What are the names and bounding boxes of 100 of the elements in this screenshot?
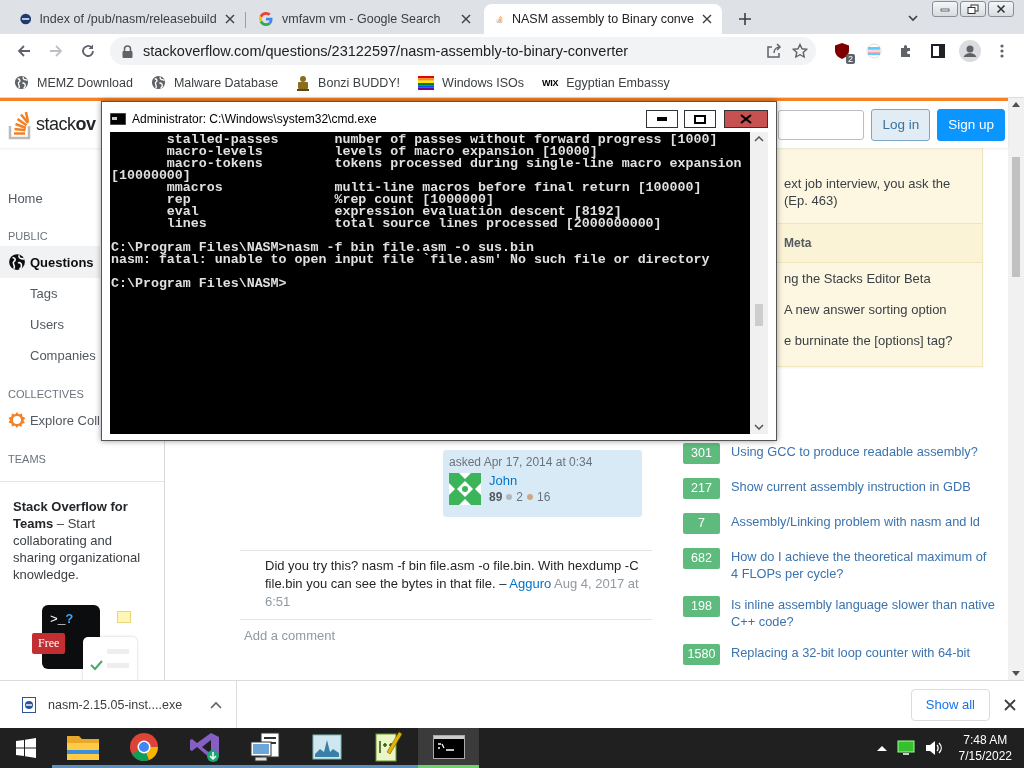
nav-heading: COLLECTIVES bbox=[7, 387, 85, 402]
forward-arrow-icon bbox=[48, 43, 64, 59]
user-link[interactable]: John bbox=[489, 473, 551, 488]
close-icon bbox=[702, 14, 712, 24]
nav-heading: PUBLIC bbox=[7, 229, 49, 244]
nav-link[interactable]: Tags bbox=[0, 278, 100, 309]
side-panel-icon bbox=[930, 43, 946, 59]
scrollbar-thumb[interactable] bbox=[1012, 157, 1020, 277]
back-arrow-icon bbox=[16, 43, 32, 59]
bookmark-star-icon[interactable] bbox=[792, 43, 808, 59]
console-output: stalled-passes number of passes without forward progress [1000] macro-levels levels of macro expansion [10000] macro-tokens tokens processed during single-line macro expansion [10000000] mmacros multi-line macros before final return [100000] rep %rep count [1000000] eval expression evaluation descent [8192] lines total source lines processed [2000000000] C:\Program Files\NASM>nasm -f bin file.asm -o sus.bin nasm: fatal: unable to open input file `file.asm' No such file or directory C:\Program Files\NASM> bbox=[110, 132, 750, 434]
nav-link[interactable]: Questions bbox=[0, 246, 100, 278]
figure-icon bbox=[296, 74, 311, 91]
lock-icon bbox=[122, 44, 133, 58]
scrollbar[interactable] bbox=[750, 132, 768, 434]
related-question-link[interactable]: Is inline assembly language slower than native C++ code? bbox=[731, 596, 995, 630]
teams-promo-text: Stack Overflow for Teams – Start collaborating and sharing organizational knowledge. bbox=[13, 498, 142, 583]
avatar-icon bbox=[959, 40, 981, 62]
related-question-link[interactable]: Using GCC to produce readable assembly? bbox=[731, 443, 995, 464]
related-question-link[interactable]: Show current assembly instruction in GDB bbox=[731, 478, 995, 499]
bookmark-item[interactable]: Malware Database bbox=[150, 75, 279, 90]
related-question-link[interactable]: Replacing a 32-bit loop counter with 64-bit bbox=[731, 644, 995, 665]
site-logo: WIX bbox=[542, 77, 559, 88]
bookmark-item[interactable]: MEMZ Download bbox=[14, 75, 133, 90]
scrollbar[interactable] bbox=[1008, 98, 1024, 680]
badge-count: 16 bbox=[537, 490, 551, 504]
image-viewer-icon bbox=[311, 733, 342, 760]
installer-file-icon bbox=[22, 696, 36, 713]
striped-circle-icon bbox=[866, 43, 882, 59]
log-in-button[interactable]: Log in bbox=[871, 108, 931, 141]
download-options-button[interactable] bbox=[210, 700, 223, 709]
google-favicon-icon bbox=[258, 11, 274, 27]
minimize-button[interactable] bbox=[646, 110, 678, 128]
show-hidden-icons[interactable] bbox=[876, 745, 887, 751]
browser-tab[interactable]: Index of /pub/nasm/releasebuild bbox=[8, 4, 246, 34]
reload-icon bbox=[80, 43, 96, 59]
comment-author-link[interactable]: Agguro bbox=[509, 576, 552, 591]
nav-link[interactable]: Home bbox=[0, 184, 100, 213]
close-icon bbox=[1004, 698, 1016, 711]
scroll-up-icon bbox=[1012, 102, 1020, 107]
show-all-button[interactable]: Show all bbox=[910, 688, 990, 721]
reputation: 89 bbox=[489, 490, 503, 504]
badge-count: 2 bbox=[516, 490, 524, 504]
nav-heading: TEAMS bbox=[7, 452, 47, 467]
scrollbar-thumb[interactable] bbox=[755, 304, 763, 326]
bookmark-item[interactable]: WIX Egyptian Embassy bbox=[542, 75, 670, 90]
close-icon bbox=[996, 4, 1006, 14]
shield-icon bbox=[833, 42, 851, 60]
caret-up-icon bbox=[210, 700, 223, 709]
bookmark-item[interactable]: Windows ISOs bbox=[418, 75, 525, 90]
related-question-link[interactable]: Assembly/Linking problem with nasm and ld bbox=[731, 513, 995, 534]
plus-icon bbox=[738, 12, 752, 26]
note-illustration bbox=[117, 611, 131, 623]
free-badge: Free bbox=[32, 633, 66, 654]
computers-icon bbox=[248, 731, 283, 762]
close-icon bbox=[461, 14, 471, 24]
blog-post-link[interactable]: ext job interview, you ask the (Ep. 463) bbox=[784, 175, 951, 209]
comment-text: Did you try this? nasm -f bin file.asm -o file.bin. With hexdump -C file.bin you can see the bytes in that file. – Agguro Aug 4, 2017 at 6:51 bbox=[265, 557, 640, 611]
answer-score: 7 bbox=[683, 513, 720, 534]
close-button[interactable] bbox=[1004, 698, 1016, 711]
clock[interactable]: 7:48 AM 7/15/2022 bbox=[958, 732, 1012, 764]
browser-tab[interactable]: vmfavm vm - Google Search bbox=[246, 4, 484, 34]
scroll-down-icon bbox=[754, 424, 764, 430]
monitor-icon[interactable] bbox=[896, 740, 915, 756]
meta-post-link[interactable]: e burninate the [options] tag? bbox=[784, 331, 953, 348]
volume-icon[interactable] bbox=[924, 740, 943, 756]
close-button[interactable] bbox=[988, 1, 1014, 17]
profile-button[interactable] bbox=[956, 37, 984, 65]
collective-icon bbox=[8, 411, 26, 429]
console-icon bbox=[110, 113, 126, 125]
close-icon bbox=[740, 114, 752, 124]
address-bar[interactable]: stackoverflow.com/questions/23122597/nasm-assembly-to-binary-converter bbox=[110, 37, 816, 65]
download-file-name[interactable]: nasm-2.15.05-inst....exe bbox=[48, 697, 183, 712]
console-icon bbox=[432, 734, 465, 759]
share-icon[interactable] bbox=[766, 43, 782, 59]
answer-score: 217 bbox=[683, 478, 720, 499]
restore-button[interactable] bbox=[960, 1, 986, 17]
answer-score: 682 bbox=[683, 548, 720, 569]
menu-icon bbox=[1000, 43, 1004, 59]
search-field[interactable] bbox=[778, 109, 865, 140]
nav-link[interactable]: Explore Coll bbox=[0, 404, 100, 436]
meta-post-link[interactable]: A new answer sorting option bbox=[784, 300, 947, 317]
related-question-link[interactable]: How do I achieve the theoretical maximum of 4 FLOPs per cycle? bbox=[731, 548, 995, 582]
meta-post-link[interactable]: ng the Stacks Editor Beta bbox=[784, 269, 931, 286]
close-icon bbox=[225, 14, 236, 24]
taskbar-app[interactable] bbox=[418, 728, 479, 768]
minimize-icon bbox=[657, 117, 667, 121]
nav-link[interactable]: Users bbox=[0, 309, 100, 340]
nav-link[interactable]: Companies bbox=[0, 340, 100, 371]
browser-tab[interactable]: NASM assembly to Binary conve bbox=[484, 4, 722, 34]
restore-icon bbox=[967, 4, 979, 14]
maximize-button[interactable] bbox=[684, 110, 716, 128]
user-avatar bbox=[449, 473, 481, 505]
windows-logo-icon bbox=[16, 738, 36, 758]
maximize-icon bbox=[694, 114, 706, 124]
badge-dot-icon bbox=[527, 494, 534, 500]
shield-extension-button[interactable]: 2 bbox=[828, 37, 856, 65]
bookmark-item[interactable]: Bonzi BUDDY! bbox=[296, 74, 401, 91]
scroll-up-icon bbox=[754, 136, 764, 142]
site-logo[interactable]: stackov bbox=[8, 109, 96, 140]
